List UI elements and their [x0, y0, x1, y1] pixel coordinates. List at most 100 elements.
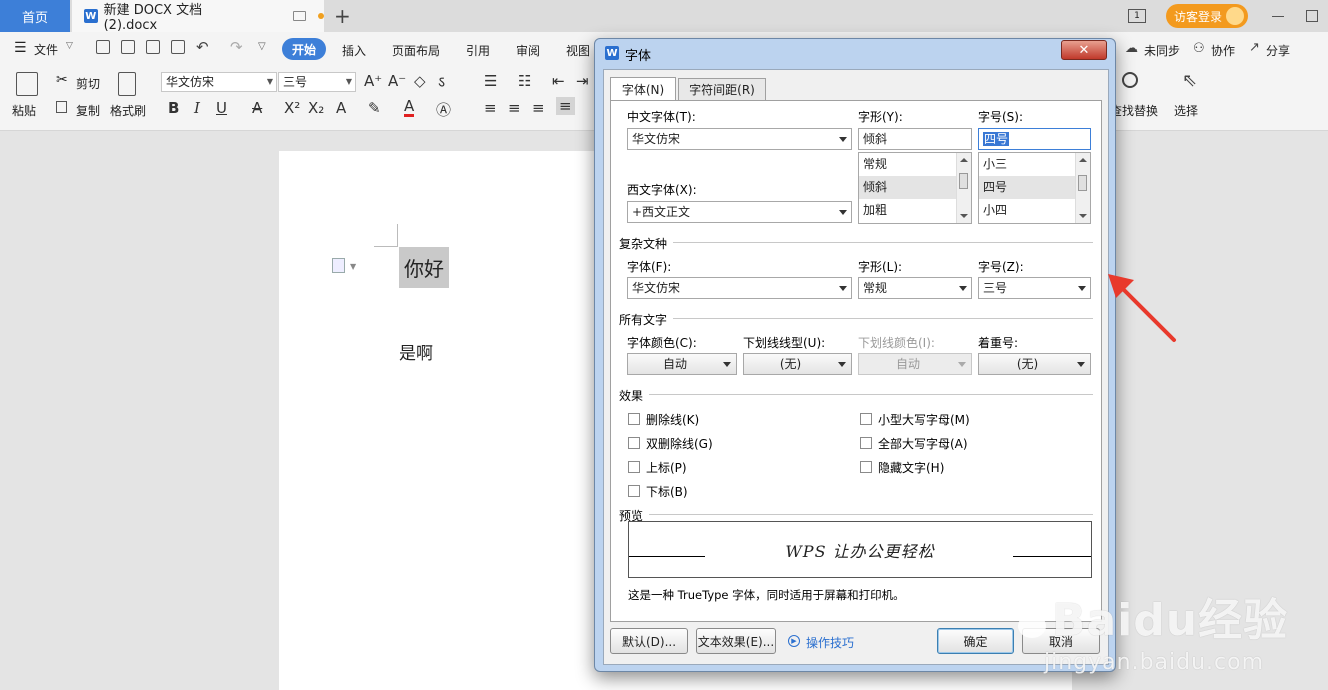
list-item[interactable]: 四号: [979, 176, 1090, 199]
size-list[interactable]: 小三 四号 小四: [978, 152, 1091, 224]
sync-status[interactable]: 未同步: [1144, 42, 1180, 59]
menu-tab-view[interactable]: 视图: [566, 42, 590, 59]
ok-button[interactable]: 确定: [937, 628, 1014, 654]
font-size-combo[interactable]: 三号 ▼: [278, 72, 356, 92]
strikethrough-icon[interactable]: A: [252, 99, 262, 117]
new-tab-button[interactable]: +: [334, 4, 351, 28]
list-item[interactable]: 倾斜: [859, 176, 971, 199]
selected-text[interactable]: 你好: [399, 247, 449, 288]
text-effect-button[interactable]: 文本效果(E)...: [696, 628, 776, 654]
west-font-combo[interactable]: +西文正文: [627, 201, 852, 223]
share-button[interactable]: 分享: [1266, 42, 1290, 59]
menu-tab-insert[interactable]: 插入: [342, 42, 366, 59]
align-center-icon[interactable]: ≡: [508, 99, 521, 117]
strikethrough-checkbox[interactable]: [628, 413, 640, 425]
find-replace-button[interactable]: 查找替换: [1110, 102, 1158, 119]
menu-tab-start[interactable]: 开始: [282, 38, 326, 60]
text-effect-icon[interactable]: A: [336, 99, 346, 117]
small-caps-checkbox[interactable]: [860, 413, 872, 425]
list-item[interactable]: 加粗: [859, 199, 971, 222]
grow-font-icon[interactable]: A⁺: [364, 72, 382, 90]
document-text-line[interactable]: 是啊: [399, 339, 433, 364]
play-circle-icon[interactable]: ▶: [788, 635, 800, 647]
style-input[interactable]: 倾斜: [858, 128, 972, 150]
highlight-icon[interactable]: ✎: [368, 99, 381, 117]
format-painter-button[interactable]: 格式刷: [110, 102, 146, 119]
tips-link[interactable]: 操作技巧: [806, 634, 854, 651]
paste-icon[interactable]: [16, 72, 38, 96]
scroll-thumb[interactable]: [1078, 175, 1087, 191]
scroll-down-icon[interactable]: [1079, 214, 1087, 218]
maximize-icon[interactable]: [1306, 10, 1318, 22]
hamburger-icon[interactable]: ☰: [14, 40, 27, 56]
save-icon[interactable]: [96, 40, 110, 54]
font-color-dropdown[interactable]: 自动: [627, 353, 737, 375]
italic-icon[interactable]: I: [194, 99, 200, 117]
select-button[interactable]: 选择: [1174, 102, 1198, 119]
export-pdf-icon[interactable]: [121, 40, 135, 54]
scroll-up-icon[interactable]: [1079, 158, 1087, 162]
superscript-icon[interactable]: X²: [284, 99, 300, 117]
dialog-titlebar[interactable]: [595, 39, 1115, 67]
scrollbar[interactable]: [956, 153, 971, 223]
size-input[interactable]: 四号: [978, 128, 1091, 150]
shrink-font-icon[interactable]: A⁻: [388, 72, 406, 90]
scroll-up-icon[interactable]: [960, 158, 968, 162]
collaborate-button[interactable]: 协作: [1211, 42, 1235, 59]
cursor-select-icon[interactable]: ⇖: [1182, 70, 1197, 91]
indent-icon[interactable]: ⇤: [552, 72, 565, 90]
align-left-icon[interactable]: ≡: [484, 99, 497, 117]
guest-login-button[interactable]: 访客登录: [1165, 4, 1248, 28]
tab-font[interactable]: 字体(N): [610, 77, 676, 101]
char-border-icon[interactable]: Ⓐ: [436, 99, 451, 120]
tab-char-spacing[interactable]: 字符间距(R): [678, 78, 766, 100]
font-color-icon[interactable]: A: [404, 99, 415, 117]
emphasis-mark-dropdown[interactable]: (无): [978, 353, 1091, 375]
underline-style-dropdown[interactable]: (无): [743, 353, 852, 375]
cut-button[interactable]: 剪切: [76, 75, 100, 92]
style-list[interactable]: 常规 倾斜 加粗: [858, 152, 972, 224]
scroll-thumb[interactable]: [959, 173, 968, 189]
bold-icon[interactable]: B: [168, 99, 179, 117]
subscript-checkbox[interactable]: [628, 485, 640, 497]
list-item[interactable]: 小三: [979, 153, 1090, 176]
complex-style-combo[interactable]: 常规: [858, 277, 972, 299]
all-caps-checkbox[interactable]: [860, 437, 872, 449]
minimize-icon[interactable]: [1272, 15, 1284, 17]
outdent-icon[interactable]: ⇥: [576, 72, 589, 90]
menu-tab-layout[interactable]: 页面布局: [392, 42, 440, 59]
cn-font-combo[interactable]: 华文仿宋: [627, 128, 852, 150]
clear-format-icon[interactable]: ◇: [414, 72, 426, 90]
font-name-combo[interactable]: 华文仿宋 ▼: [161, 72, 277, 92]
screen-icon[interactable]: [293, 11, 307, 21]
file-menu[interactable]: 文件: [34, 41, 58, 58]
copy-icon[interactable]: [56, 101, 67, 113]
close-icon[interactable]: ✕: [1061, 40, 1107, 60]
double-strikethrough-checkbox[interactable]: [628, 437, 640, 449]
menu-tab-review[interactable]: 审阅: [516, 42, 540, 59]
search-icon[interactable]: [1122, 72, 1138, 88]
customize-chevron-icon[interactable]: ▽: [258, 41, 266, 52]
scissors-icon[interactable]: ✂: [56, 72, 68, 88]
align-right-icon[interactable]: ≡: [532, 99, 545, 117]
scrollbar[interactable]: [1075, 153, 1090, 223]
hidden-text-checkbox[interactable]: [860, 461, 872, 473]
complex-size-combo[interactable]: 三号: [978, 277, 1091, 299]
document-tab[interactable]: W 新建 DOCX 文档 (2).docx: [72, 0, 324, 33]
default-button[interactable]: 默认(D)...: [610, 628, 688, 654]
copy-button[interactable]: 复制: [76, 102, 100, 119]
home-tab[interactable]: 首页: [0, 0, 70, 32]
undo-icon[interactable]: ↶: [196, 38, 209, 56]
format-painter-icon[interactable]: [118, 72, 136, 96]
phonetic-icon[interactable]: ऽ: [438, 72, 445, 92]
subscript-icon[interactable]: X₂: [308, 99, 324, 117]
list-item[interactable]: 小四: [979, 199, 1090, 222]
redo-icon[interactable]: ↷: [230, 38, 243, 56]
complex-font-combo[interactable]: 华文仿宋: [627, 277, 852, 299]
justify-icon[interactable]: ≡: [556, 97, 575, 115]
page-count-icon[interactable]: 1: [1127, 9, 1146, 23]
superscript-checkbox[interactable]: [628, 461, 640, 473]
paragraph-handle-icon[interactable]: [332, 258, 345, 273]
menu-tab-references[interactable]: 引用: [466, 42, 490, 59]
print-preview-icon[interactable]: [171, 40, 185, 54]
